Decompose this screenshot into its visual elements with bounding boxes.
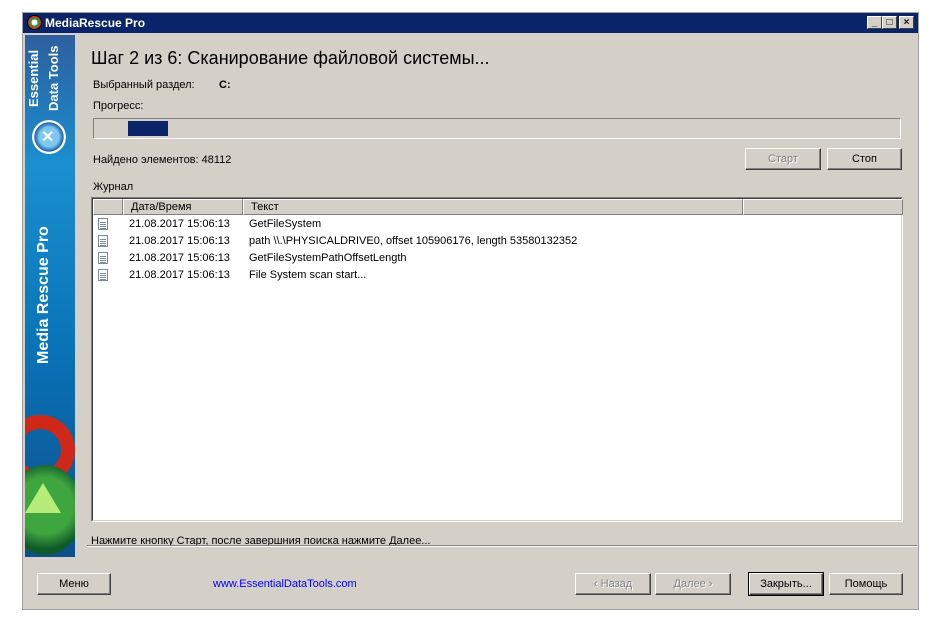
column-header-icon[interactable] xyxy=(93,199,123,215)
row-date: 21.08.2017 15:06:13 xyxy=(129,252,230,264)
main-window: MediaRescue Pro _ □ × Essential Data Too… xyxy=(22,12,919,610)
window-title: MediaRescue Pro xyxy=(45,16,146,30)
journal-list[interactable]: Дата/Время Текст 21.08.2017 15:06:13 Get… xyxy=(91,197,903,522)
list-item[interactable]: 21.08.2017 15:06:13 path \\.\PHYSICALDRI… xyxy=(93,233,901,250)
row-text: GetFileSystem xyxy=(249,218,322,230)
next-button[interactable]: Далее › xyxy=(655,573,731,595)
divider xyxy=(87,545,917,547)
document-icon xyxy=(98,252,108,264)
found-count: Найдено элементов: 48112 xyxy=(93,154,232,166)
brand-essential-data-tools: Essential Data Tools xyxy=(26,45,61,111)
close-window-button[interactable]: × xyxy=(899,16,914,29)
column-header-extra[interactable] xyxy=(743,199,903,215)
menu-button[interactable]: Меню xyxy=(37,573,111,595)
back-button[interactable]: ‹ Назад xyxy=(575,573,651,595)
row-text: File System scan start... xyxy=(249,269,367,281)
minimize-button[interactable]: _ xyxy=(867,16,882,29)
document-icon xyxy=(98,218,108,230)
page-title: Шаг 2 из 6: Сканирование файловой систем… xyxy=(91,48,490,68)
list-item[interactable]: 21.08.2017 15:06:13 GetFileSystemPathOff… xyxy=(93,250,901,267)
row-text: GetFileSystemPathOffsetLength xyxy=(249,252,407,264)
start-button[interactable]: Старт xyxy=(745,148,821,170)
column-header-text[interactable]: Текст xyxy=(243,199,743,215)
tools-icon: ✕ xyxy=(32,120,66,154)
list-item[interactable]: 21.08.2017 15:06:13 File System scan sta… xyxy=(93,267,901,284)
progress-fill xyxy=(128,121,168,136)
progress-label: Прогресс: xyxy=(93,100,144,112)
partition-label: Выбранный раздел: xyxy=(93,79,195,91)
row-text: path \\.\PHYSICALDRIVE0, offset 10590617… xyxy=(249,235,578,247)
row-date: 21.08.2017 15:06:13 xyxy=(129,218,230,230)
green-arrow-graphic xyxy=(25,465,75,555)
maximize-button[interactable]: □ xyxy=(882,16,897,29)
help-button[interactable]: Помощь xyxy=(829,573,903,595)
close-button[interactable]: Закрыть... xyxy=(748,572,824,596)
partition-value: C: xyxy=(219,79,231,91)
sidebar-banner: Essential Data Tools ✕ Media Rescue Pro xyxy=(25,35,75,557)
app-icon[interactable] xyxy=(27,15,42,30)
brand-media-rescue-pro: Media Rescue Pro xyxy=(35,226,52,364)
stop-button[interactable]: Стоп xyxy=(827,148,902,170)
column-header-datetime[interactable]: Дата/Время xyxy=(123,199,243,215)
title-bar[interactable]: MediaRescue Pro _ □ × xyxy=(23,13,918,33)
document-icon xyxy=(98,269,108,281)
journal-label: Журнал xyxy=(93,181,134,193)
website-link[interactable]: www.EssentialDataTools.com xyxy=(213,578,357,590)
list-item[interactable]: 21.08.2017 15:06:13 GetFileSystem xyxy=(93,216,901,233)
row-date: 21.08.2017 15:06:13 xyxy=(129,269,230,281)
row-date: 21.08.2017 15:06:13 xyxy=(129,235,230,247)
document-icon xyxy=(98,235,108,247)
progress-bar xyxy=(93,118,901,139)
